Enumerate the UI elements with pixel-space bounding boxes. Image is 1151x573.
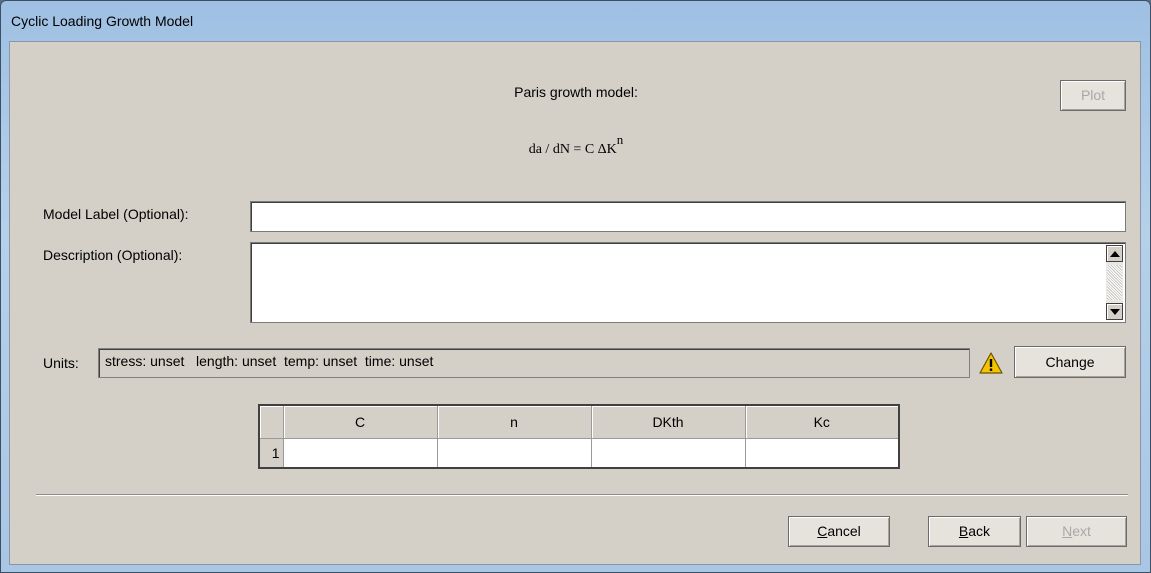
- dialog-window: Cyclic Loading Growth Model Paris growth…: [0, 0, 1151, 573]
- formula-base: da / dN = C ΔK: [528, 142, 617, 157]
- next-mnemonic: N: [1062, 523, 1073, 539]
- model-label-caption: Model Label (Optional):: [43, 206, 189, 222]
- window-title: Cyclic Loading Growth Model: [11, 13, 194, 29]
- cell-dkth[interactable]: [590, 437, 746, 469]
- model-heading: Paris growth model:: [514, 84, 638, 100]
- cell-kc[interactable]: [744, 437, 900, 469]
- description-caption: Description (Optional):: [43, 247, 183, 263]
- description-scrollbar[interactable]: [1106, 245, 1123, 320]
- table-row: 1: [258, 437, 900, 469]
- column-header-c[interactable]: C: [282, 404, 438, 439]
- table-header-row: C n DKth Kc: [258, 404, 900, 439]
- table-corner-cell: [258, 404, 284, 439]
- row-header[interactable]: 1: [258, 437, 284, 469]
- back-label-rest: ack: [968, 523, 991, 539]
- units-display: stress: unset length: unset temp: unset …: [98, 348, 970, 378]
- column-header-kc[interactable]: Kc: [744, 404, 900, 439]
- paris-formula: da / dN = C ΔKn: [10, 132, 1142, 158]
- cancel-mnemonic: C: [817, 523, 828, 539]
- dialog-content: Paris growth model: da / dN = C ΔKn Plot…: [9, 41, 1141, 565]
- back-mnemonic: B: [958, 523, 969, 539]
- units-caption: Units:: [43, 355, 79, 371]
- change-button[interactable]: Change: [1014, 346, 1126, 378]
- cancel-label-rest: ancel: [827, 523, 861, 539]
- cancel-button[interactable]: Cancel: [788, 516, 890, 547]
- parameter-table: C n DKth Kc 1: [258, 404, 900, 469]
- warning-icon: [979, 352, 1003, 374]
- formula-exponent: n: [616, 132, 624, 147]
- scroll-track[interactable]: [1107, 265, 1122, 300]
- plot-button[interactable]: Plot: [1060, 80, 1126, 111]
- back-button[interactable]: Back: [928, 516, 1021, 547]
- description-textarea[interactable]: [250, 242, 1126, 323]
- next-button[interactable]: Next: [1026, 516, 1127, 547]
- next-label-rest: ext: [1072, 523, 1091, 539]
- column-header-dkth[interactable]: DKth: [590, 404, 746, 439]
- arrow-down-icon: [1110, 309, 1120, 315]
- model-label-input[interactable]: [250, 201, 1126, 232]
- scroll-down-button[interactable]: [1106, 303, 1123, 320]
- arrow-up-icon: [1110, 251, 1120, 257]
- cell-c[interactable]: [282, 437, 438, 469]
- title-bar[interactable]: Cyclic Loading Growth Model: [1, 1, 1150, 41]
- cell-n[interactable]: [436, 437, 592, 469]
- column-header-n[interactable]: n: [436, 404, 592, 439]
- footer-separator: [36, 494, 1128, 496]
- scroll-up-button[interactable]: [1106, 245, 1123, 262]
